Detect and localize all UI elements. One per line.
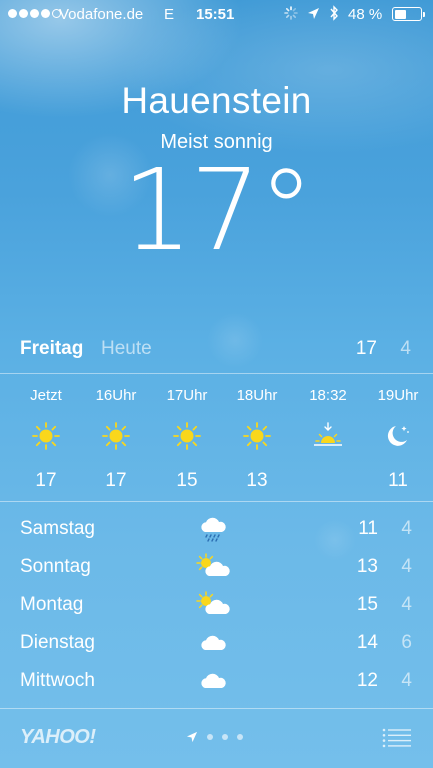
sunset-icon — [293, 421, 363, 451]
hourly-item: 18:32 — [293, 376, 363, 494]
today-summary: Freitag Heute 17 4 — [20, 338, 413, 362]
battery-icon — [392, 7, 425, 21]
status-bar: Vodafone.de E 15:51 48 % — [0, 0, 433, 28]
location-arrow-icon — [308, 7, 319, 19]
day-low: 4 — [401, 556, 412, 577]
hour-temperature: 13 — [246, 470, 268, 491]
day-name: Dienstag — [20, 632, 95, 653]
today-low: 4 — [400, 338, 411, 359]
day-low: 4 — [401, 594, 412, 615]
hour-label: 18Uhr — [236, 387, 278, 404]
hour-label: 16Uhr — [95, 387, 137, 404]
partly-sunny-icon — [195, 590, 231, 618]
daily-row: Dienstag 14 6 — [0, 624, 433, 662]
battery-percentage: 48 % — [348, 6, 383, 23]
location-arrow-icon — [186, 731, 198, 743]
page-dot — [207, 734, 213, 740]
day-high: 12 — [356, 670, 378, 691]
network-type: E — [164, 6, 175, 23]
list-icon — [382, 728, 411, 748]
hourly-forecast[interactable]: Jetzt 17 16Uhr 17 17Uhr 15 18Uhr 13 18:3… — [0, 376, 433, 501]
hour-label: 17Uhr — [166, 387, 208, 404]
divider — [0, 501, 433, 502]
daily-row: Sonntag 13 4 — [0, 548, 433, 586]
page-dot — [222, 734, 228, 740]
sun-icon — [152, 421, 222, 451]
current-temperature: 17° — [121, 146, 315, 276]
cloud-icon — [195, 666, 231, 694]
today-label: Heute — [101, 338, 152, 359]
hour-temperature: 17 — [105, 470, 127, 491]
moon-stars-icon — [363, 421, 433, 451]
hour-temperature: 15 — [176, 470, 198, 491]
divider — [0, 373, 433, 374]
sun-icon — [222, 421, 292, 451]
day-high: 13 — [356, 556, 378, 577]
day-low: 4 — [401, 670, 412, 691]
hourly-item: 17Uhr 15 — [152, 376, 222, 494]
day-high: 14 — [356, 632, 378, 653]
bluetooth-icon — [330, 5, 338, 21]
daily-row: Mittwoch 12 4 — [0, 662, 433, 700]
day-low: 6 — [401, 632, 412, 653]
hourly-item: 18Uhr 13 — [222, 376, 292, 494]
cloud-icon — [195, 628, 231, 656]
city-list-button[interactable] — [382, 727, 412, 749]
hourly-item: 16Uhr 17 — [81, 376, 151, 494]
day-name: Samstag — [20, 518, 95, 539]
day-name: Sonntag — [20, 556, 91, 577]
today-high: 17 — [355, 338, 377, 359]
rain-cloud-icon — [195, 514, 231, 542]
day-name: Montag — [20, 594, 84, 615]
divider — [0, 708, 433, 709]
status-time: 15:51 — [196, 6, 235, 23]
day-high: 15 — [356, 594, 378, 615]
hour-label: 18:32 — [309, 387, 347, 404]
day-high: 11 — [358, 518, 378, 539]
hour-temperature — [293, 470, 363, 494]
page-indicator[interactable] — [186, 731, 243, 743]
day-name: Mittwoch — [20, 670, 95, 691]
sun-icon — [11, 421, 81, 451]
today-weekday: Freitag — [20, 338, 84, 359]
page-dot — [237, 734, 243, 740]
city-name: Hauenstein — [121, 80, 312, 121]
hourly-item: Jetzt 17 — [11, 376, 81, 494]
carrier-name: Vodafone.de — [59, 6, 144, 23]
hour-label: Jetzt — [30, 387, 62, 404]
daily-row: Montag 15 4 — [0, 586, 433, 624]
hourly-item: 19Uhr 11 — [363, 376, 433, 494]
daily-row: Samstag 11 4 — [0, 510, 433, 548]
hour-temperature: 11 — [388, 470, 408, 491]
signal-strength-icon — [8, 9, 61, 18]
hour-label: 19Uhr — [377, 387, 419, 404]
activity-spinner-icon — [284, 6, 298, 20]
partly-sunny-icon — [195, 552, 231, 580]
day-low: 4 — [401, 518, 412, 539]
yahoo-logo[interactable]: YAHOO! — [20, 726, 96, 749]
hour-temperature: 17 — [35, 470, 57, 491]
sun-icon — [81, 421, 151, 451]
